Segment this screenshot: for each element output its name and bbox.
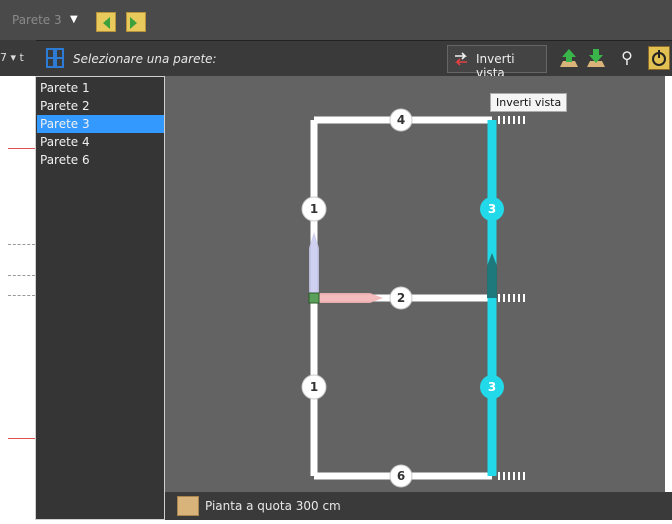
wall-list-item-selected[interactable]: Parete 3 [37, 115, 164, 133]
wall-badge-4[interactable]: 4 [389, 108, 413, 132]
red-guide-line [8, 148, 35, 149]
plan-canvas[interactable]: 4 1 3 2 1 3 6 [165, 76, 672, 492]
invert-view-button[interactable]: Inverti vista [447, 45, 547, 80]
wall-badge-label: 1 [310, 380, 318, 394]
move-down-icon[interactable] [584, 47, 608, 71]
search-icon[interactable]: ⚲ [617, 47, 637, 69]
floor-plan-icon[interactable] [177, 496, 199, 516]
dashed-guide-line [8, 275, 35, 276]
wall-badge-label: 3 [488, 202, 496, 216]
chevron-down-icon[interactable]: ▼ [70, 14, 78, 25]
previous-wall-icon[interactable] [96, 12, 116, 32]
dashed-guide-line [8, 244, 35, 245]
power-icon[interactable] [648, 46, 670, 70]
wall-badge-label: 4 [397, 113, 405, 127]
wall-select-icon [46, 48, 64, 68]
wall-dropdown-list: Parete 1 Parete 2 Parete 3 Parete 4 Pare… [35, 76, 165, 520]
wall-badge-3-top[interactable]: 3 [480, 197, 504, 221]
origin-marker [308, 292, 320, 304]
wall-badge-3-bottom[interactable]: 3 [480, 375, 504, 399]
wall-badge-2[interactable]: 2 [389, 286, 413, 310]
wall-badge-6[interactable]: 6 [389, 464, 413, 488]
dashed-guide-line [8, 295, 35, 296]
left-toolbar-sliver[interactable]: 7 ▾ t [0, 40, 36, 76]
invert-arrows-icon [455, 52, 467, 66]
red-guide-line [8, 438, 35, 439]
wall-select-dropdown[interactable]: Parete 3 [12, 13, 62, 27]
wall-list-item[interactable]: Parete 6 [37, 151, 164, 169]
wall-badge-label: 2 [397, 291, 405, 305]
invert-view-tooltip: Inverti vista [490, 93, 568, 112]
wall-badge-label: 3 [488, 380, 496, 394]
left-drawing-area [0, 76, 35, 524]
wall-badge-label: 6 [397, 469, 405, 483]
wall-badge-1-top[interactable]: 1 [301, 196, 327, 222]
plan-level-label: Pianta a quota 300 cm [205, 499, 341, 513]
wall-stub-hatch [498, 116, 525, 480]
wall-badge-1-bottom[interactable]: 1 [301, 374, 327, 400]
x-axis-arrow [314, 293, 383, 303]
status-bar: Pianta a quota 300 cm [165, 492, 672, 520]
wall-list-item[interactable]: Parete 2 [37, 97, 164, 115]
right-edge-area [665, 76, 672, 492]
move-up-icon[interactable] [557, 47, 581, 71]
wall-list-item[interactable]: Parete 1 [37, 79, 164, 97]
wall-badge-label: 1 [310, 202, 318, 216]
next-wall-icon[interactable] [126, 12, 146, 32]
wall-list-item[interactable]: Parete 4 [37, 133, 164, 151]
wall-select-prompt: Selezionare una parete: [73, 52, 217, 66]
